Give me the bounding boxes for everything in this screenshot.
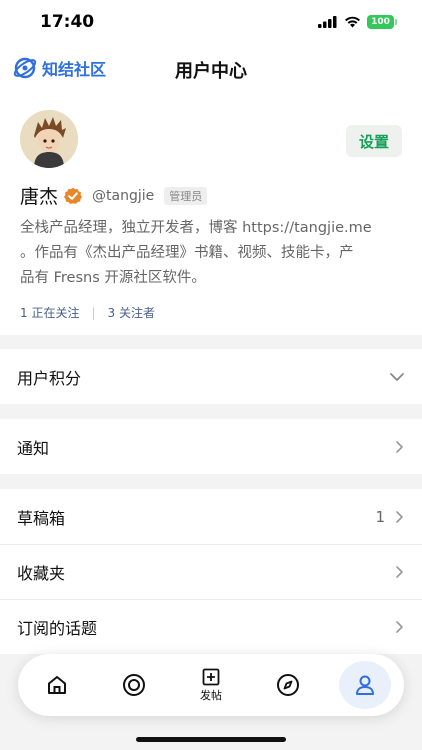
content-section: 草稿箱 1 收藏夹 订阅的话题 bbox=[0, 489, 422, 654]
home-icon bbox=[47, 676, 66, 694]
tab-explore[interactable] bbox=[262, 661, 314, 709]
bio-line: 全栈产品经理，独立开发者，博客 https://tangjie.me bbox=[20, 220, 372, 236]
home-indicator bbox=[136, 737, 286, 742]
wifi-icon bbox=[345, 16, 360, 28]
divider: | bbox=[91, 305, 96, 320]
chevron-down-icon bbox=[390, 372, 404, 381]
status-time: 17:40 bbox=[40, 12, 95, 32]
avatar[interactable] bbox=[20, 110, 78, 168]
name-row: 唐杰 @tangjie 管理员 bbox=[20, 182, 208, 209]
menu-item-label: 草稿箱 bbox=[17, 508, 66, 528]
role-badge: 管理员 bbox=[164, 186, 208, 205]
chevron-right-icon bbox=[396, 621, 403, 633]
following-link[interactable]: 1 正在关注 bbox=[20, 304, 79, 321]
user-icon bbox=[356, 675, 375, 695]
menu-item-label: 收藏夹 bbox=[17, 564, 66, 583]
settings-button[interactable]: 设置 bbox=[346, 125, 402, 157]
signal-icon bbox=[318, 16, 337, 28]
tab-profile[interactable] bbox=[339, 661, 392, 709]
battery-icon: 100 bbox=[367, 15, 397, 29]
user-name: 唐杰 bbox=[20, 186, 59, 208]
status-icons: 100 bbox=[318, 15, 397, 29]
bio-line: 品有 Fresns 开源社区软件。 bbox=[20, 270, 206, 286]
verified-badge-icon bbox=[64, 187, 83, 204]
page-title: 用户中心 bbox=[175, 61, 247, 82]
bottom-tab-bar: 发帖 bbox=[18, 654, 404, 716]
tab-post[interactable]: 发帖 bbox=[185, 661, 237, 709]
menu-item-notifications[interactable]: 通知 bbox=[0, 419, 422, 474]
follow-stats: 1 正在关注 | 3 关注者 bbox=[20, 304, 155, 321]
menu-item-label: 订阅的话题 bbox=[17, 619, 98, 638]
menu-item-favorites[interactable]: 收藏夹 bbox=[0, 544, 422, 599]
tab-post-label: 发帖 bbox=[199, 688, 222, 702]
menu-item-label: 通知 bbox=[17, 438, 50, 458]
user-bio: 全栈产品经理，独立开发者，博客 https://tangjie.me 。作品有《… bbox=[20, 216, 405, 291]
tab-discover[interactable] bbox=[108, 661, 160, 709]
post-icon bbox=[202, 668, 220, 685]
menu-item-points[interactable]: 用户积分 bbox=[0, 349, 422, 404]
compass-icon bbox=[277, 674, 300, 696]
menu-item-drafts[interactable]: 草稿箱 1 bbox=[0, 489, 422, 544]
menu-item-subscribed-topics[interactable]: 订阅的话题 bbox=[0, 599, 422, 654]
user-center-screen: 17:40 100 知结社区 用户中心 设置 唐杰 @tangjie 管理员 全… bbox=[0, 0, 422, 750]
nav-bar: 知结社区 用户中心 bbox=[0, 46, 422, 92]
chevron-right-icon bbox=[396, 510, 403, 523]
target-icon bbox=[122, 674, 145, 696]
bio-line: 。作品有《杰出产品经理》书籍、视频、技能卡，产 bbox=[20, 245, 354, 261]
status-bar: 17:40 100 bbox=[0, 0, 422, 46]
points-section: 用户积分 bbox=[0, 349, 422, 404]
notifications-section: 通知 bbox=[0, 419, 422, 474]
chevron-right-icon bbox=[396, 566, 403, 578]
chevron-right-icon bbox=[396, 440, 403, 453]
profile-card: 设置 唐杰 @tangjie 管理员 全栈产品经理，独立开发者，博客 https… bbox=[0, 92, 422, 335]
followers-link[interactable]: 3 关注者 bbox=[108, 304, 155, 321]
avatar-illustration bbox=[20, 110, 78, 168]
tab-home[interactable] bbox=[31, 661, 83, 709]
user-handle: @tangjie bbox=[92, 187, 155, 204]
drafts-count: 1 bbox=[375, 507, 385, 526]
battery-level: 100 bbox=[371, 17, 390, 27]
menu-item-label: 用户积分 bbox=[17, 368, 82, 388]
